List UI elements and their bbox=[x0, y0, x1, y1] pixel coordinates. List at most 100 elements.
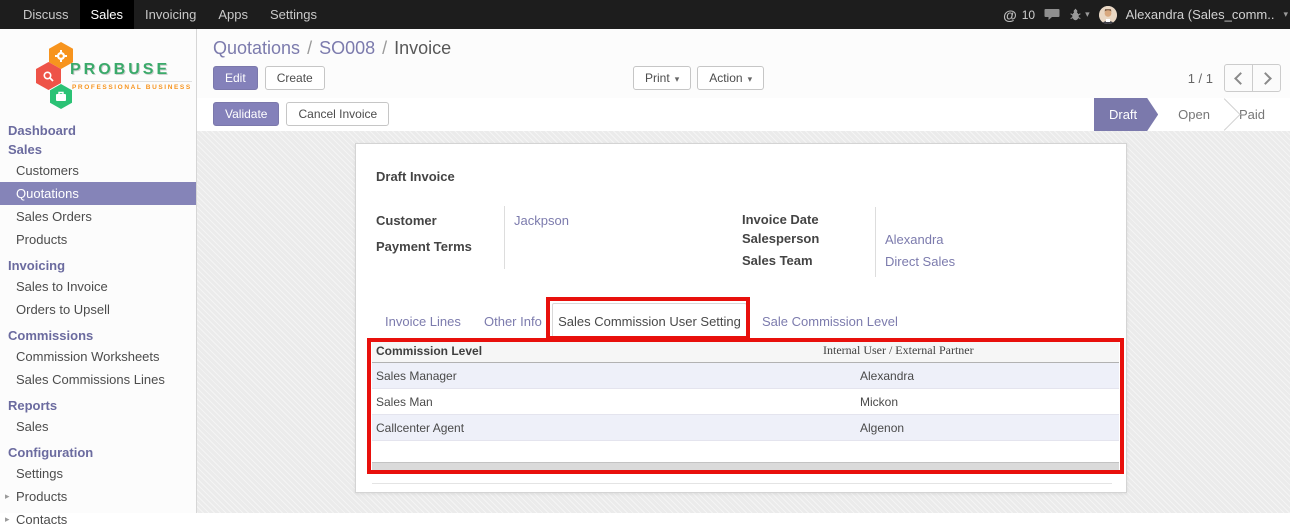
caret-down-icon: ▾ bbox=[748, 74, 753, 84]
sidebar-section-commissions[interactable]: Commissions bbox=[0, 326, 196, 345]
column-label: Internal User / External Partner bbox=[823, 343, 974, 357]
menu-sales[interactable]: Sales bbox=[80, 0, 135, 29]
cell-commission-level[interactable]: Sales Man bbox=[372, 389, 856, 415]
logo-title: PROBUSE bbox=[70, 61, 170, 79]
divider bbox=[372, 483, 1112, 484]
user-avatar[interactable] bbox=[1099, 6, 1117, 24]
sidebar-item-sales-orders[interactable]: Sales Orders bbox=[0, 205, 196, 228]
probuse-logo: PROBUSE PROFESSIONAL BUSINESS bbox=[0, 29, 196, 121]
logo-subtitle: PROFESSIONAL BUSINESS bbox=[72, 81, 192, 91]
control-panel: Quotations / SO008 / Invoice Edit Create Pri… bbox=[197, 29, 1290, 98]
tab-sales-commission-user-setting[interactable]: Sales Commission User Setting bbox=[552, 303, 747, 339]
mention-icon[interactable]: @ bbox=[1003, 7, 1017, 23]
action-label: Action bbox=[709, 71, 742, 85]
messages-icon[interactable] bbox=[1044, 8, 1060, 22]
caret-down-icon: ▾ bbox=[675, 74, 680, 84]
menu-invoicing[interactable]: Invoicing bbox=[134, 0, 207, 29]
column-internal-user-external-partner[interactable]: Internal User / External Partner bbox=[856, 339, 1119, 363]
caret-down-icon[interactable]: ▾ bbox=[1283, 9, 1288, 20]
column-commission-level[interactable]: Commission Level bbox=[372, 339, 856, 363]
debug-bug-icon[interactable]: ▾ bbox=[1069, 8, 1090, 21]
breadcrumb-quotations[interactable]: Quotations bbox=[213, 38, 300, 58]
sidebar-item-sales-to-invoice[interactable]: Sales to Invoice bbox=[0, 275, 196, 298]
table-header-row: Commission Level Internal User / Externa… bbox=[372, 339, 1119, 363]
app-menus: Discuss Sales Invoicing Apps Settings bbox=[0, 0, 328, 29]
sidebar-section-configuration[interactable]: Configuration bbox=[0, 443, 196, 462]
sheet-title: Draft Invoice bbox=[376, 169, 455, 184]
tab-sale-commission-level[interactable]: Sale Commission Level bbox=[762, 314, 898, 329]
user-menu[interactable]: Alexandra (Sales_comm.. bbox=[1126, 7, 1275, 22]
sidebar-item-label: Contacts bbox=[16, 512, 67, 527]
main-area: Quotations / SO008 / Invoice Edit Create Pri… bbox=[197, 29, 1290, 513]
sidebar-item-settings[interactable]: Settings bbox=[0, 462, 196, 485]
invoice-date-label: Invoice Date bbox=[742, 212, 819, 227]
top-menubar: Discuss Sales Invoicing Apps Settings @ … bbox=[0, 0, 1290, 29]
sidebar-item-products[interactable]: Products bbox=[0, 228, 196, 251]
breadcrumb-so008[interactable]: SO008 bbox=[319, 38, 375, 58]
sidebar-item-dashboard[interactable]: Dashboard bbox=[0, 121, 196, 140]
pager-next-button[interactable] bbox=[1252, 64, 1281, 92]
cell-user[interactable]: Mickon bbox=[856, 389, 1119, 415]
chevron-left-icon bbox=[1234, 72, 1247, 85]
sidebar-section-sales[interactable]: Sales bbox=[0, 140, 196, 159]
form-view-background: Draft Invoice Customer Payment Terms Jac… bbox=[197, 131, 1290, 513]
sidebar: PROBUSE PROFESSIONAL BUSINESS Dashboard … bbox=[0, 29, 197, 513]
sidebar-item-reports-sales[interactable]: Sales bbox=[0, 415, 196, 438]
sidebar-section-invoicing[interactable]: Invoicing bbox=[0, 256, 196, 275]
sales-team-value[interactable]: Direct Sales bbox=[885, 254, 955, 269]
table-row[interactable]: Sales Manager Alexandra bbox=[372, 363, 1119, 389]
sidebar-item-orders-to-upsell[interactable]: Orders to Upsell bbox=[0, 298, 196, 321]
expand-chevron-icon: ▸ bbox=[5, 491, 10, 502]
sidebar-item-quotations[interactable]: Quotations bbox=[0, 182, 196, 205]
cancel-invoice-button[interactable]: Cancel Invoice bbox=[286, 102, 389, 126]
status-draft[interactable]: Draft bbox=[1094, 98, 1158, 131]
breadcrumb-separator: / bbox=[382, 38, 387, 58]
sidebar-nav: Dashboard Sales Customers Quotations Sal… bbox=[0, 121, 196, 531]
expand-chevron-icon: ▸ bbox=[5, 514, 10, 525]
field-divider bbox=[504, 206, 505, 269]
menu-discuss[interactable]: Discuss bbox=[12, 0, 80, 29]
table-row[interactable]: Callcenter Agent Algenon bbox=[372, 415, 1119, 441]
menu-apps[interactable]: Apps bbox=[207, 0, 259, 29]
salesperson-value[interactable]: Alexandra bbox=[885, 232, 944, 247]
horizontal-scrollbar[interactable] bbox=[372, 462, 1119, 471]
print-label: Print bbox=[645, 71, 670, 85]
breadcrumb-separator: / bbox=[307, 38, 312, 58]
statusbar: Validate Cancel Invoice Draft Open Paid bbox=[197, 98, 1290, 132]
caret-down-icon: ▾ bbox=[1085, 9, 1090, 20]
cell-user[interactable]: Algenon bbox=[856, 415, 1119, 441]
create-button[interactable]: Create bbox=[265, 66, 325, 90]
action-dropdown-button[interactable]: Action ▾ bbox=[697, 66, 764, 90]
sidebar-item-config-products[interactable]: ▸ Products bbox=[0, 485, 196, 508]
chevron-right-icon bbox=[1259, 72, 1272, 85]
table-row[interactable]: Sales Man Mickon bbox=[372, 389, 1119, 415]
breadcrumb: Quotations / SO008 / Invoice bbox=[213, 38, 451, 59]
sidebar-item-sales-commissions-lines[interactable]: Sales Commissions Lines bbox=[0, 368, 196, 391]
print-dropdown-button[interactable]: Print ▾ bbox=[633, 66, 691, 90]
tab-invoice-lines[interactable]: Invoice Lines bbox=[385, 314, 461, 329]
briefcase-hexagon-icon bbox=[50, 84, 72, 109]
customer-value[interactable]: Jackpson bbox=[514, 213, 569, 228]
breadcrumb-invoice: Invoice bbox=[394, 38, 451, 58]
payment-terms-label: Payment Terms bbox=[376, 239, 472, 254]
tab-other-info[interactable]: Other Info bbox=[484, 314, 542, 329]
sidebar-item-customers[interactable]: Customers bbox=[0, 159, 196, 182]
pager-counter: 1 / 1 bbox=[1188, 71, 1213, 86]
sales-team-label: Sales Team bbox=[742, 253, 813, 268]
cell-commission-level[interactable]: Sales Manager bbox=[372, 363, 856, 389]
sidebar-item-label: Products bbox=[16, 489, 67, 504]
cell-user[interactable]: Alexandra bbox=[856, 363, 1119, 389]
commission-table: Commission Level Internal User / Externa… bbox=[372, 339, 1119, 441]
validate-button[interactable]: Validate bbox=[213, 102, 279, 126]
sidebar-section-reports[interactable]: Reports bbox=[0, 396, 196, 415]
menu-settings[interactable]: Settings bbox=[259, 0, 328, 29]
cell-commission-level[interactable]: Callcenter Agent bbox=[372, 415, 856, 441]
edit-button[interactable]: Edit bbox=[213, 66, 258, 90]
invoice-sheet: Draft Invoice Customer Payment Terms Jac… bbox=[355, 143, 1127, 493]
status-widget: Draft Open Paid bbox=[1094, 98, 1282, 131]
sidebar-item-config-contacts[interactable]: ▸ Contacts bbox=[0, 508, 196, 531]
pager-previous-button[interactable] bbox=[1224, 64, 1253, 92]
sidebar-item-commission-worksheets[interactable]: Commission Worksheets bbox=[0, 345, 196, 368]
mention-count[interactable]: 10 bbox=[1022, 8, 1035, 22]
field-divider bbox=[875, 207, 876, 277]
